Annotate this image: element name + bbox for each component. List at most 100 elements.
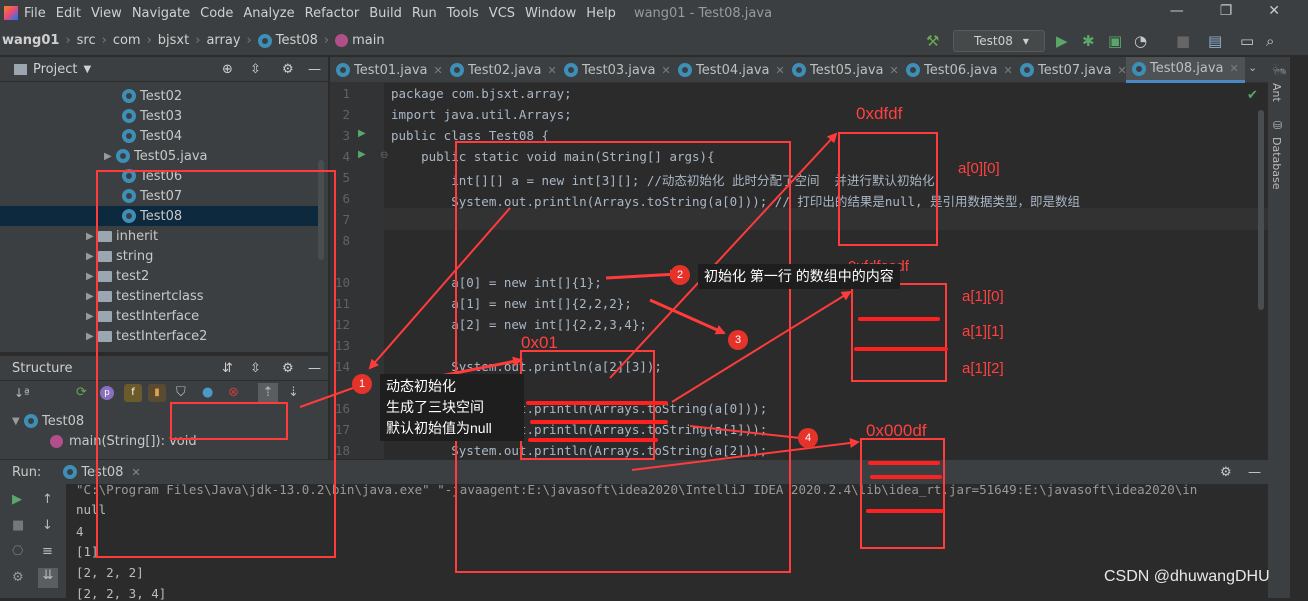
hide-icon[interactable]: — (1248, 465, 1261, 480)
menu-build[interactable]: Build (369, 6, 402, 21)
menu-help[interactable]: Help (586, 6, 616, 21)
menu-code[interactable]: Code (200, 6, 233, 21)
profile-icon[interactable]: ◔ (1134, 32, 1147, 50)
editor-tabs: Test01.java ✕ Test02.java ✕ Test03.java ✕ T… (330, 57, 1268, 83)
locate-icon[interactable]: ⊕ (222, 62, 233, 77)
tab-list-chevron-icon[interactable]: ⌄ (1248, 61, 1257, 74)
menu-vcs[interactable]: VCS (489, 6, 515, 21)
class-icon (564, 63, 578, 77)
tab-test05[interactable]: Test05.java ✕ (792, 57, 899, 83)
minimize-icon[interactable]: — (1170, 3, 1184, 19)
gear-icon[interactable]: ⚙ (1220, 465, 1232, 480)
window-title: wang01 - Test08.java (633, 5, 773, 21)
editor-scrollbar[interactable] (1258, 110, 1264, 310)
callout-box-1: 动态初始化 生成了三块空间 默认初始值为null (380, 374, 524, 441)
close-icon[interactable]: ✕ (662, 64, 671, 77)
tree-item-test04[interactable]: Test04 (122, 126, 182, 146)
tree-item-test03[interactable]: Test03 (122, 106, 182, 126)
gear-icon[interactable]: ⚙ (282, 62, 294, 77)
element-label: a[1][0] (962, 288, 1004, 305)
up-arrow-icon[interactable]: ↑ (42, 492, 53, 507)
run-gutter-icon[interactable]: ▶ (358, 149, 366, 160)
tab-test06[interactable]: Test06.java ✕ (906, 57, 1013, 83)
project-panel-title[interactable]: Project (33, 62, 77, 77)
stop-icon[interactable]: ■ (1176, 32, 1190, 50)
tree-item-test02[interactable]: Test02 (122, 86, 182, 106)
checkmark-icon: ✔ (1247, 88, 1258, 103)
class-icon (122, 109, 136, 123)
layout-icon[interactable]: ▭ (1240, 32, 1254, 50)
search-icon[interactable]: ⌕ (1266, 32, 1274, 50)
menu-edit[interactable]: Edit (56, 6, 81, 21)
chevron-down-icon[interactable]: ▼ (83, 64, 91, 75)
close-icon[interactable]: ✕ (1004, 64, 1013, 77)
coverage-icon[interactable]: ▣ (1108, 32, 1122, 50)
tab-label: Test07.java (1038, 62, 1112, 78)
settings-icon[interactable]: ⚙ (12, 570, 24, 585)
collapse-icon[interactable]: ⇳ (250, 62, 261, 77)
inherited-icon[interactable]: ⟳ (76, 385, 87, 400)
menu-window[interactable]: Window (525, 6, 576, 21)
tab-test03[interactable]: Test03.java ✕ (564, 57, 671, 83)
tab-test01[interactable]: Test01.java ✕ (336, 57, 443, 83)
close-icon[interactable]: ✕ (1268, 3, 1280, 19)
callout-line: 默认初始值为null (386, 420, 492, 436)
tab-label: Test01.java (354, 62, 428, 78)
menu-file[interactable]: File (24, 6, 46, 21)
database-tool-label[interactable]: Database (1270, 137, 1283, 190)
close-icon[interactable]: ✕ (434, 64, 443, 77)
chevron-right-icon[interactable]: ▶ (104, 151, 116, 162)
scroll-end-icon[interactable]: ⇊ (38, 568, 58, 588)
menu-refactor[interactable]: Refactor (305, 6, 360, 21)
run-gutter-icon[interactable]: ▶ (358, 128, 366, 139)
hide-icon[interactable]: — (308, 62, 321, 77)
tab-test04[interactable]: Test04.java ✕ (678, 57, 785, 83)
menu-analyze[interactable]: Analyze (243, 6, 294, 21)
close-icon[interactable]: ✕ (890, 64, 899, 77)
wrap-icon[interactable]: ≡ (42, 544, 53, 559)
run-panel-title: Run: (12, 464, 42, 480)
menu-run[interactable]: Run (412, 6, 437, 21)
project-structure-icon[interactable]: ▤ (1208, 32, 1222, 50)
debug-icon[interactable]: ✱ (1082, 32, 1095, 50)
breadcrumb-class[interactable]: Test08 (276, 33, 318, 48)
close-icon[interactable]: ✕ (1230, 62, 1239, 75)
breadcrumb-bjsxt[interactable]: bjsxt (158, 33, 189, 48)
tab-test07[interactable]: Test07.java ✕ (1020, 57, 1127, 83)
breadcrumb-project[interactable]: wang01 (2, 33, 59, 48)
run-icon[interactable]: ▶ (1056, 32, 1068, 50)
method-icon (335, 34, 349, 47)
fold-icon[interactable]: ⊖ (380, 150, 388, 161)
close-icon[interactable]: ✕ (548, 64, 557, 77)
menu-view[interactable]: View (91, 6, 122, 21)
menu-tools[interactable]: Tools (447, 6, 479, 21)
maximize-icon[interactable]: ❐ (1220, 3, 1233, 19)
tab-test02[interactable]: Test02.java ✕ (450, 57, 557, 83)
breadcrumb-method[interactable]: main (352, 33, 384, 48)
tab-test08[interactable]: Test08.java ✕ (1126, 57, 1245, 83)
breadcrumb-array[interactable]: array (206, 33, 240, 48)
rerun-icon[interactable]: ▶ (12, 492, 22, 507)
ant-tool-label[interactable]: Ant (1270, 83, 1283, 102)
callout-box-2: 初始化 第一行 的数组中的内容 (698, 264, 900, 289)
camera-icon[interactable]: ⎔ (12, 544, 23, 559)
down-arrow-icon[interactable]: ↓ (42, 518, 53, 533)
chevron-down-icon[interactable]: ▼ (12, 416, 24, 427)
run-config-select[interactable]: Test08 ▾ (953, 30, 1045, 52)
navigation-bar: wang01 › src › com › bjsxt › array › Test08 › … (0, 26, 1308, 56)
structure-class-item[interactable]: ▼ Test08 (12, 411, 84, 431)
stop-icon[interactable]: ■ (12, 518, 24, 533)
slot-mark (866, 509, 944, 513)
build-hammer-icon[interactable]: ⚒ (926, 32, 939, 50)
menu-navigate[interactable]: Navigate (132, 6, 190, 21)
memory-box-row2 (860, 438, 945, 549)
breadcrumb-com[interactable]: com (113, 33, 141, 48)
tree-item-test05[interactable]: ▶ Test05.java (104, 146, 208, 166)
breadcrumb-src[interactable]: src (77, 33, 96, 48)
address-label: 0x000df (866, 421, 927, 440)
close-icon[interactable]: ✕ (776, 64, 785, 77)
run-side-toolbar: ▶ ↑ ■ ↓ ⎔ ≡ ⚙ ⇊ (0, 484, 66, 598)
sort-alpha-icon[interactable]: ↓ª (14, 386, 30, 400)
code-line-1: package com.bjsxt.array; (391, 86, 572, 101)
class-icon (122, 89, 136, 103)
